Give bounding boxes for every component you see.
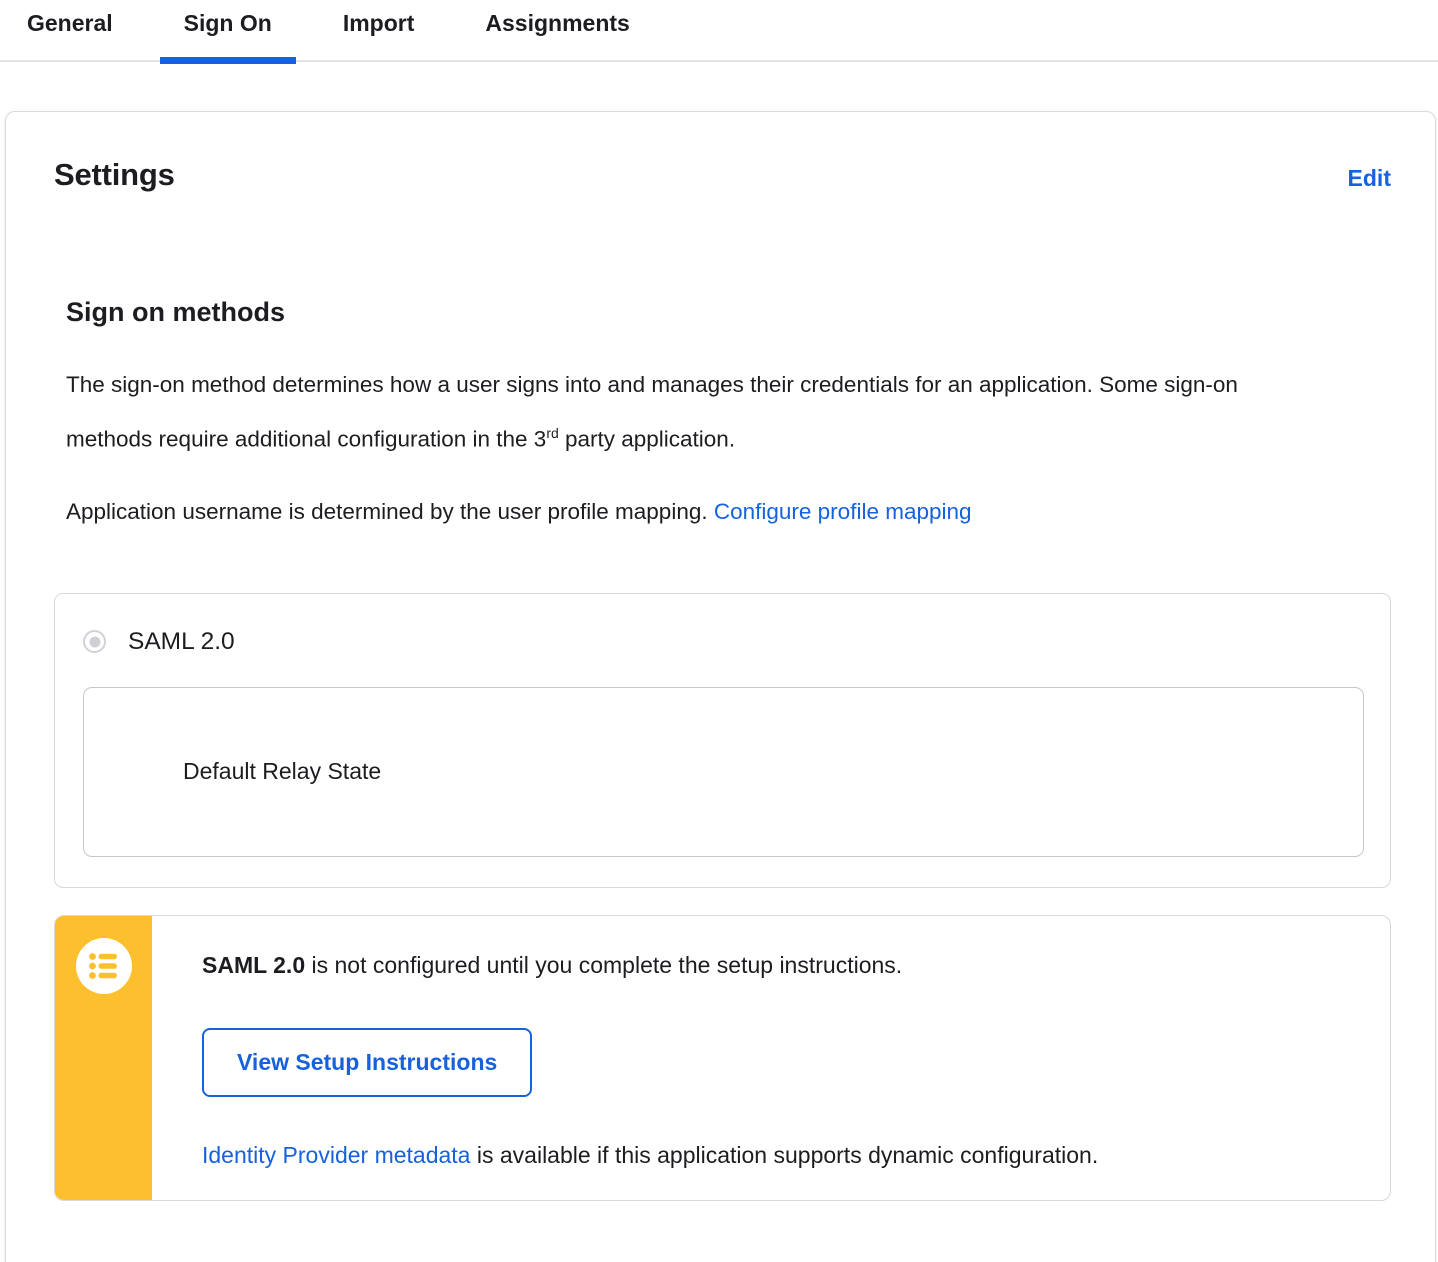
ordinal-superscript: rd	[546, 425, 559, 441]
description-text-part2: party application.	[558, 426, 736, 452]
callout-message: SAML 2.0 is not configured until you com…	[202, 949, 1350, 981]
tab-sign-on[interactable]: Sign On	[159, 0, 297, 64]
saml-method-box: SAML 2.0 Default Relay State	[54, 592, 1391, 888]
card-header: Settings Edit	[54, 157, 1391, 193]
sign-on-description: The sign-on method determines how a user…	[66, 360, 1311, 464]
callout-message-bold: SAML 2.0	[202, 951, 306, 978]
sign-on-methods-section: Sign on methods The sign-on method deter…	[54, 297, 1391, 536]
configure-profile-mapping-link[interactable]: Configure profile mapping	[714, 499, 972, 524]
identity-provider-metadata-link[interactable]: Identity Provider metadata	[202, 1142, 470, 1168]
section-heading: Sign on methods	[66, 297, 285, 327]
callout-footer-text: is available if this application support…	[470, 1141, 1099, 1168]
saml-radio-label: SAML 2.0	[128, 627, 235, 655]
callout-footer: Identity Provider metadata is available …	[202, 1139, 1350, 1171]
view-setup-instructions-button[interactable]: View Setup Instructions	[202, 1027, 533, 1097]
callout-message-text: is not configured until you complete the…	[305, 951, 903, 978]
tab-import[interactable]: Import	[319, 0, 439, 62]
username-text: Application username is determined by th…	[66, 498, 714, 524]
edit-link[interactable]: Edit	[1348, 165, 1391, 192]
settings-card: Settings Edit Sign on methods The sign-o…	[5, 111, 1436, 1262]
default-relay-state-field: Default Relay State	[83, 686, 1364, 857]
callout-warning-strip	[55, 915, 152, 1200]
list-icon	[75, 937, 132, 994]
saml-radio-row: SAML 2.0	[83, 628, 1364, 656]
saml-radio[interactable]	[83, 630, 106, 653]
default-relay-state-label: Default Relay State	[183, 758, 382, 784]
page-title: Settings	[54, 157, 175, 192]
tab-assignments[interactable]: Assignments	[461, 0, 653, 62]
app-tabbar: General Sign On Import Assignments	[0, 0, 1438, 64]
username-description: Application username is determined by th…	[66, 487, 1311, 536]
callout-body: SAML 2.0 is not configured until you com…	[152, 916, 1390, 1200]
saml-setup-callout: SAML 2.0 is not configured until you com…	[54, 914, 1391, 1201]
tab-general[interactable]: General	[3, 0, 137, 62]
